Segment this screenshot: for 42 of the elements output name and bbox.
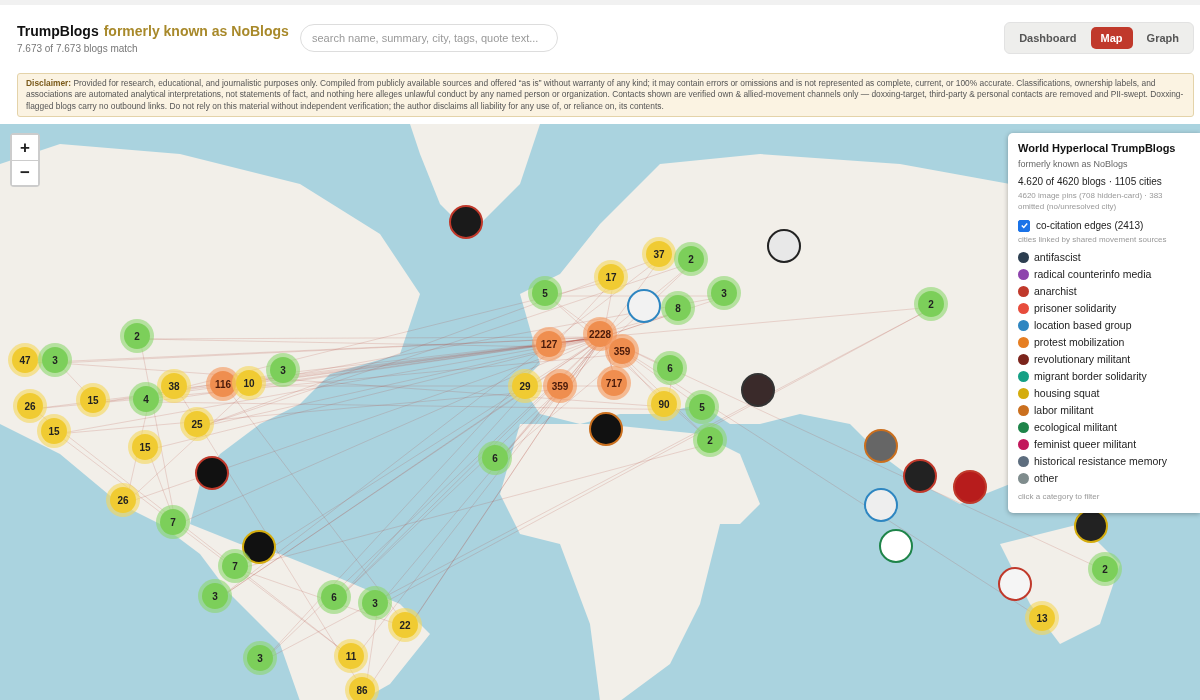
edges-hint: cities linked by shared movement sources bbox=[1018, 234, 1167, 244]
category-item[interactable]: housing squat bbox=[1034, 387, 1100, 400]
cluster-marker[interactable]: 3 bbox=[247, 645, 273, 672]
category-item[interactable]: antifascist bbox=[1034, 251, 1081, 264]
legend-note: 4620 image pins (708 hidden-card) · 383 omitted (no/unresolved city) bbox=[1018, 190, 1164, 213]
cluster-marker[interactable]: 13 bbox=[1029, 605, 1055, 632]
map-pin-icon[interactable] bbox=[242, 530, 276, 565]
category-item[interactable]: radical counterinfo media bbox=[1034, 268, 1152, 281]
category-item[interactable]: revolutionary militant bbox=[1034, 353, 1131, 366]
category-item[interactable]: anarchist bbox=[1034, 285, 1077, 298]
category-item[interactable]: migrant border solidarity bbox=[1034, 370, 1147, 383]
disclaimer-text: Disclaimer: Provided for research, educational, and journalistic purposes only. Compiled from publicly available sources and offered “as is” without warranty of any kind; it may contain errors or omissions and is not represented as complete, current, or 100% accurate. Classifications, ownership labels, and associations are automated analytical interpretations, not statements of fact, and nothing here alleges unlawful conduct by any named person or organization. Contacts shown are verified own & allied-movement channels only — doxxing-target, third-party & personal contacts are removed and PII-swept. Doxxing-flagged blogs carry no outbound links. Do not rely on this material without independent verification; the author disclaims all liability for any use of, or reliance on, its contents. bbox=[17, 73, 1194, 118]
category-item[interactable]: labor militant bbox=[1034, 404, 1094, 417]
category-item[interactable]: historical resistance memory bbox=[1034, 455, 1168, 468]
category-item[interactable]: ecological militant bbox=[1034, 421, 1117, 434]
app-subtitle: formerly known as NoBlogs bbox=[103, 22, 289, 39]
view-tab[interactable]: Graph bbox=[1136, 27, 1189, 49]
legend-stats: 4.620 of 4620 blogs · 1105 cities bbox=[1018, 176, 1162, 188]
legend-footer: click a category to filter bbox=[1018, 491, 1100, 501]
category-item[interactable]: other bbox=[1034, 472, 1058, 485]
category-item[interactable]: protest mobilization bbox=[1034, 336, 1125, 349]
match-count: 7.673 of 7.673 blogs match bbox=[17, 42, 139, 54]
map-pin-icon[interactable] bbox=[195, 456, 229, 491]
edges-checkbox[interactable] bbox=[1018, 219, 1030, 232]
zoom-out-button[interactable]: − bbox=[12, 160, 38, 186]
view-tab[interactable]: Dashboard bbox=[1009, 27, 1087, 49]
legend-title: World Hyperlocal TrumpBlogs bbox=[1018, 142, 1176, 155]
cluster-marker[interactable]: 6 bbox=[482, 445, 508, 472]
legend-subtitle: formerly known as NoBlogs bbox=[1018, 159, 1128, 170]
search-field[interactable]: search name, summary, city, tags, quote text... bbox=[300, 24, 558, 52]
map-pin-icon[interactable] bbox=[449, 205, 483, 240]
view-tab[interactable]: Map bbox=[1090, 27, 1133, 49]
cluster-marker[interactable]: 26 bbox=[110, 487, 136, 514]
cluster-marker[interactable]: 2 bbox=[697, 427, 723, 454]
cluster-marker[interactable]: 3 bbox=[202, 583, 228, 610]
category-item[interactable]: prisoner solidarity bbox=[1034, 302, 1117, 315]
category-item[interactable]: location based group bbox=[1034, 319, 1132, 332]
cluster-marker[interactable]: 29 bbox=[512, 373, 538, 400]
edges-label: co-citation edges (2413) bbox=[1036, 220, 1144, 232]
cluster-marker[interactable]: 5 bbox=[689, 394, 715, 421]
category-item[interactable]: feminist queer militant bbox=[1034, 438, 1137, 451]
app-title: TrumpBlogs bbox=[17, 22, 99, 39]
